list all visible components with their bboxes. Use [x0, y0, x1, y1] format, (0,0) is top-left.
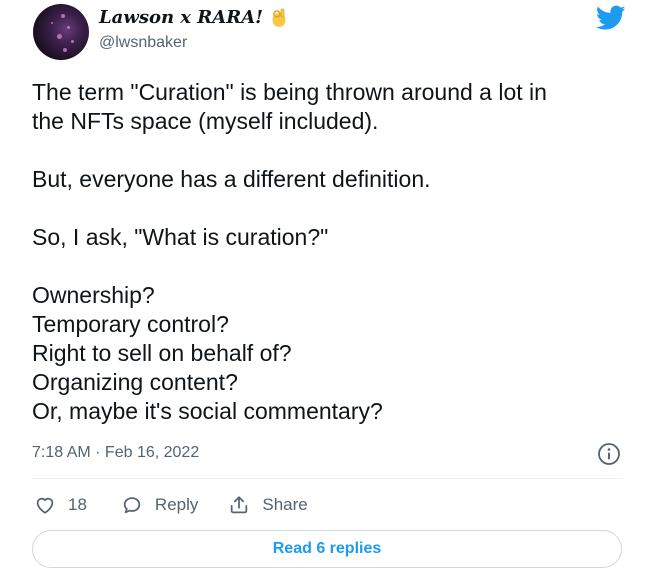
- share-label: Share: [262, 495, 308, 514]
- list-item: Or, maybe it's social commentary?: [32, 398, 383, 424]
- author-handle[interactable]: @lwsnbaker: [99, 34, 187, 52]
- ok-hand-emoji-icon: [272, 8, 286, 27]
- reply-bubble-icon: [123, 497, 141, 514]
- reply-button[interactable]: Reply: [121, 494, 198, 516]
- tweet-line: The term "Curation" is being thrown arou…: [32, 79, 547, 105]
- reply-label: Reply: [154, 495, 199, 514]
- list-item: Temporary control?: [32, 311, 229, 337]
- author-name-row: Lawson x RARA!: [99, 7, 289, 28]
- tweet-card: Lawson x RARA! @lwsnbaker The term "Cura…: [0, 0, 655, 574]
- like-count: 18: [68, 495, 87, 514]
- heart-icon: [36, 497, 54, 514]
- share-upload-icon: [231, 496, 248, 514]
- action-bar: 18 Reply Share: [34, 493, 308, 517]
- author-display-name[interactable]: Lawson x RARA!: [99, 7, 263, 28]
- like-button[interactable]: 18: [34, 494, 87, 516]
- share-button[interactable]: Share: [228, 494, 308, 516]
- info-icon[interactable]: [597, 442, 621, 466]
- tweet-text: The term "Curation" is being thrown arou…: [32, 78, 632, 426]
- tweet-line: the NFTs space (myself included).: [32, 108, 379, 134]
- list-item: Organizing content?: [32, 369, 238, 395]
- divider: [32, 478, 623, 479]
- twitter-bird-icon[interactable]: [596, 5, 626, 31]
- read-replies-button[interactable]: Read 6 replies: [32, 530, 622, 568]
- tweet-line: So, I ask, "What is curation?": [32, 224, 329, 250]
- tweet-timestamp[interactable]: 7:18 AM · Feb 16, 2022: [32, 444, 199, 462]
- tweet-line: But, everyone has a different definition…: [32, 166, 431, 192]
- list-item: Right to sell on behalf of?: [32, 340, 292, 366]
- list-item: Ownership?: [32, 282, 155, 308]
- avatar[interactable]: [33, 4, 89, 60]
